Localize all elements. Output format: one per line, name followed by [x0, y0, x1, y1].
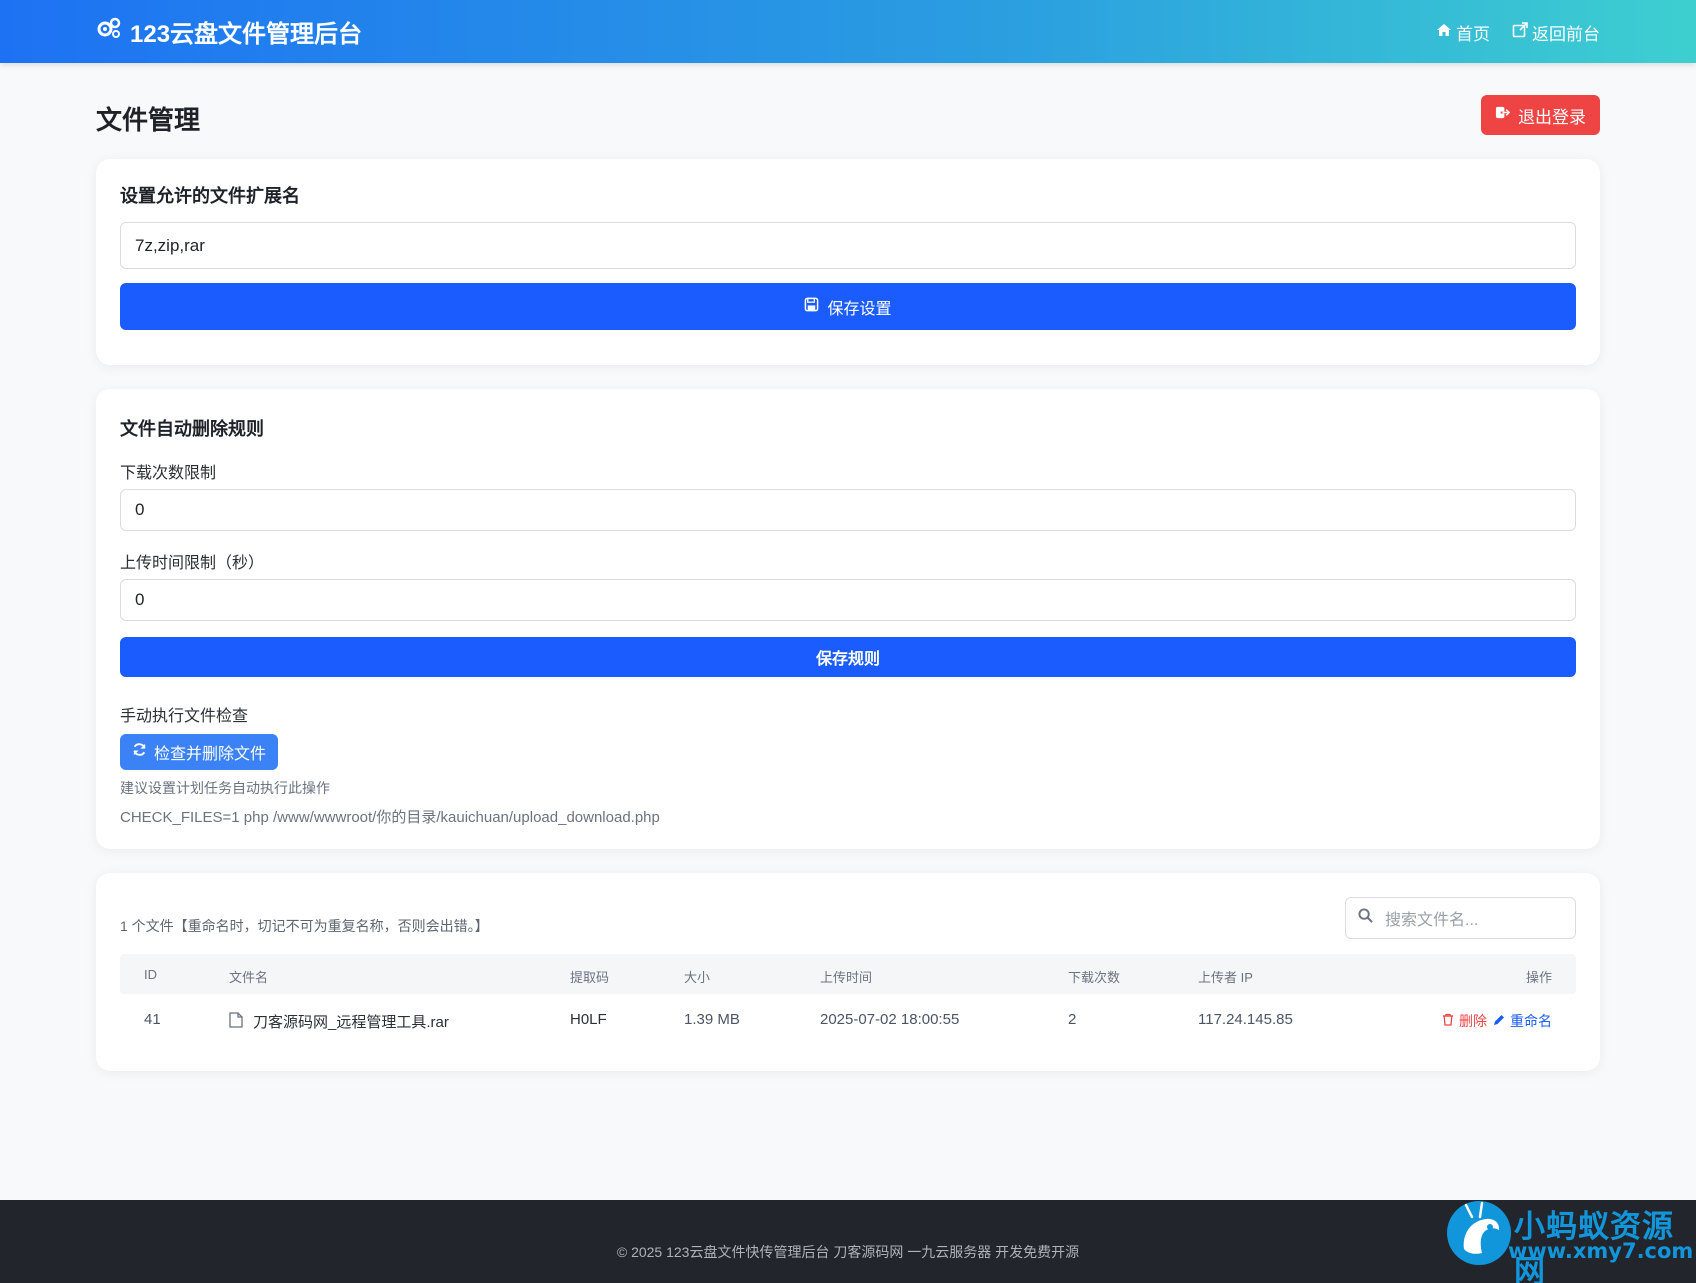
brand[interactable]: 123云盘文件管理后台: [96, 14, 362, 49]
refresh-icon: [132, 742, 147, 762]
nav-frontend-label: 返回前台: [1532, 25, 1600, 44]
col-id: ID: [144, 967, 157, 982]
save-icon: [804, 297, 819, 317]
row-upload-time: 2025-07-02 18:00:55: [820, 1011, 960, 1028]
page-title: 文件管理: [96, 105, 201, 135]
external-link-icon: [1512, 22, 1528, 43]
search-input[interactable]: 搜索文件名...: [1345, 897, 1576, 939]
check-delete-label: 检查并删除文件: [153, 746, 266, 763]
row-filename-text: 刀客源码网_远程管理工具.rar: [253, 1014, 449, 1031]
time-limit-value: 0: [135, 590, 145, 609]
col-filename: 文件名: [229, 970, 269, 985]
rules-card: 文件自动删除规则 下载次数限制 0 上传时间限制（秒） 0 保存规则 手动执行文…: [96, 389, 1600, 849]
watermark-logo-icon: [1447, 1201, 1511, 1265]
gears-icon: [96, 15, 122, 48]
trash-icon: [1442, 1013, 1454, 1029]
search-icon: [1358, 908, 1373, 928]
cron-hint: 建议设置计划任务自动执行此操作: [120, 780, 330, 796]
extensions-card: 设置允许的文件扩展名 7z,zip,rar 保存设置: [96, 159, 1600, 365]
time-limit-input[interactable]: 0: [120, 579, 1576, 621]
col-uploader-ip: 上传者 IP: [1198, 970, 1253, 985]
logout-button[interactable]: 退出登录: [1481, 95, 1600, 135]
manual-check-label: 手动执行文件检查: [120, 708, 249, 725]
nav-home-label: 首页: [1456, 25, 1490, 44]
download-limit-value: 0: [135, 500, 145, 519]
rename-label: 重命名: [1510, 1013, 1552, 1029]
col-upload-time: 上传时间: [820, 970, 873, 985]
logout-label: 退出登录: [1518, 107, 1586, 127]
cron-command: CHECK_FILES=1 php /www/wwwroot/你的目录/kaui…: [120, 809, 660, 826]
save-rules-button[interactable]: 保存规则: [120, 637, 1576, 677]
watermark: 小蚂蚁资源网 www.xmy7.com: [1444, 1195, 1696, 1283]
col-downloads: 下载次数: [1068, 970, 1121, 985]
download-limit-input[interactable]: 0: [120, 489, 1576, 531]
extensions-title: 设置允许的文件扩展名: [120, 186, 300, 206]
footer-text: © 2025 123云盘文件快传管理后台 刀客源码网 一九云服务器 开发免费开源: [616, 1244, 1080, 1260]
delete-button[interactable]: 删除: [1442, 1011, 1487, 1031]
table-header: ID 文件名 提取码 大小 上传时间 下载次数 上传者 IP 操作: [120, 954, 1576, 994]
footer: © 2025 123云盘文件快传管理后台 刀客源码网 一九云服务器 开发免费开源: [0, 1200, 1696, 1283]
row-actions: 删除 重命名: [1442, 1011, 1552, 1031]
row-size: 1.39 MB: [684, 1011, 740, 1028]
rules-title: 文件自动删除规则: [120, 419, 264, 439]
sign-out-icon: [1495, 105, 1511, 125]
delete-label: 删除: [1459, 1013, 1487, 1029]
nav-frontend-link[interactable]: 返回前台: [1512, 20, 1600, 45]
pencil-icon: [1493, 1013, 1505, 1029]
extensions-input-value: 7z,zip,rar: [135, 235, 205, 255]
row-filename[interactable]: 刀客源码网_远程管理工具.rar: [229, 1011, 449, 1032]
check-delete-button[interactable]: 检查并删除文件: [120, 734, 278, 770]
brand-title: 123云盘文件管理后台: [130, 21, 363, 48]
home-icon: [1436, 22, 1452, 43]
download-limit-label: 下载次数限制: [120, 465, 217, 482]
row-id: 41: [144, 1011, 161, 1028]
table-row: 41 刀客源码网_远程管理工具.rar H0LF 1.39 MB 2025-07…: [120, 994, 1576, 1046]
col-size: 大小: [684, 970, 711, 985]
col-code: 提取码: [570, 970, 610, 985]
row-code: H0LF: [570, 1011, 607, 1028]
top-navbar: 123云盘文件管理后台 首页 返回前台: [0, 0, 1696, 63]
nav-home-link[interactable]: 首页: [1436, 20, 1490, 45]
save-settings-label: 保存设置: [827, 300, 892, 318]
extensions-input[interactable]: 7z,zip,rar: [120, 222, 1576, 269]
watermark-url: www.xmy7.com: [1508, 1239, 1694, 1263]
file-icon: [229, 1011, 243, 1032]
time-limit-label: 上传时间限制（秒）: [120, 555, 265, 572]
files-card: 1 个文件【重命名时，切记不可为重复名称，否则会出错。】 搜索文件名... ID…: [96, 873, 1600, 1071]
row-uploader-ip: 117.24.145.85: [1198, 1011, 1293, 1028]
row-downloads: 2: [1068, 1011, 1077, 1028]
search-placeholder: 搜索文件名...: [1385, 912, 1479, 929]
col-actions: 操作: [1525, 970, 1552, 985]
save-rules-label: 保存规则: [815, 651, 880, 668]
save-settings-button[interactable]: 保存设置: [120, 283, 1576, 330]
rename-button[interactable]: 重命名: [1493, 1011, 1552, 1031]
files-count: 1 个文件【重命名时，切记不可为重复名称，否则会出错。】: [120, 918, 489, 934]
